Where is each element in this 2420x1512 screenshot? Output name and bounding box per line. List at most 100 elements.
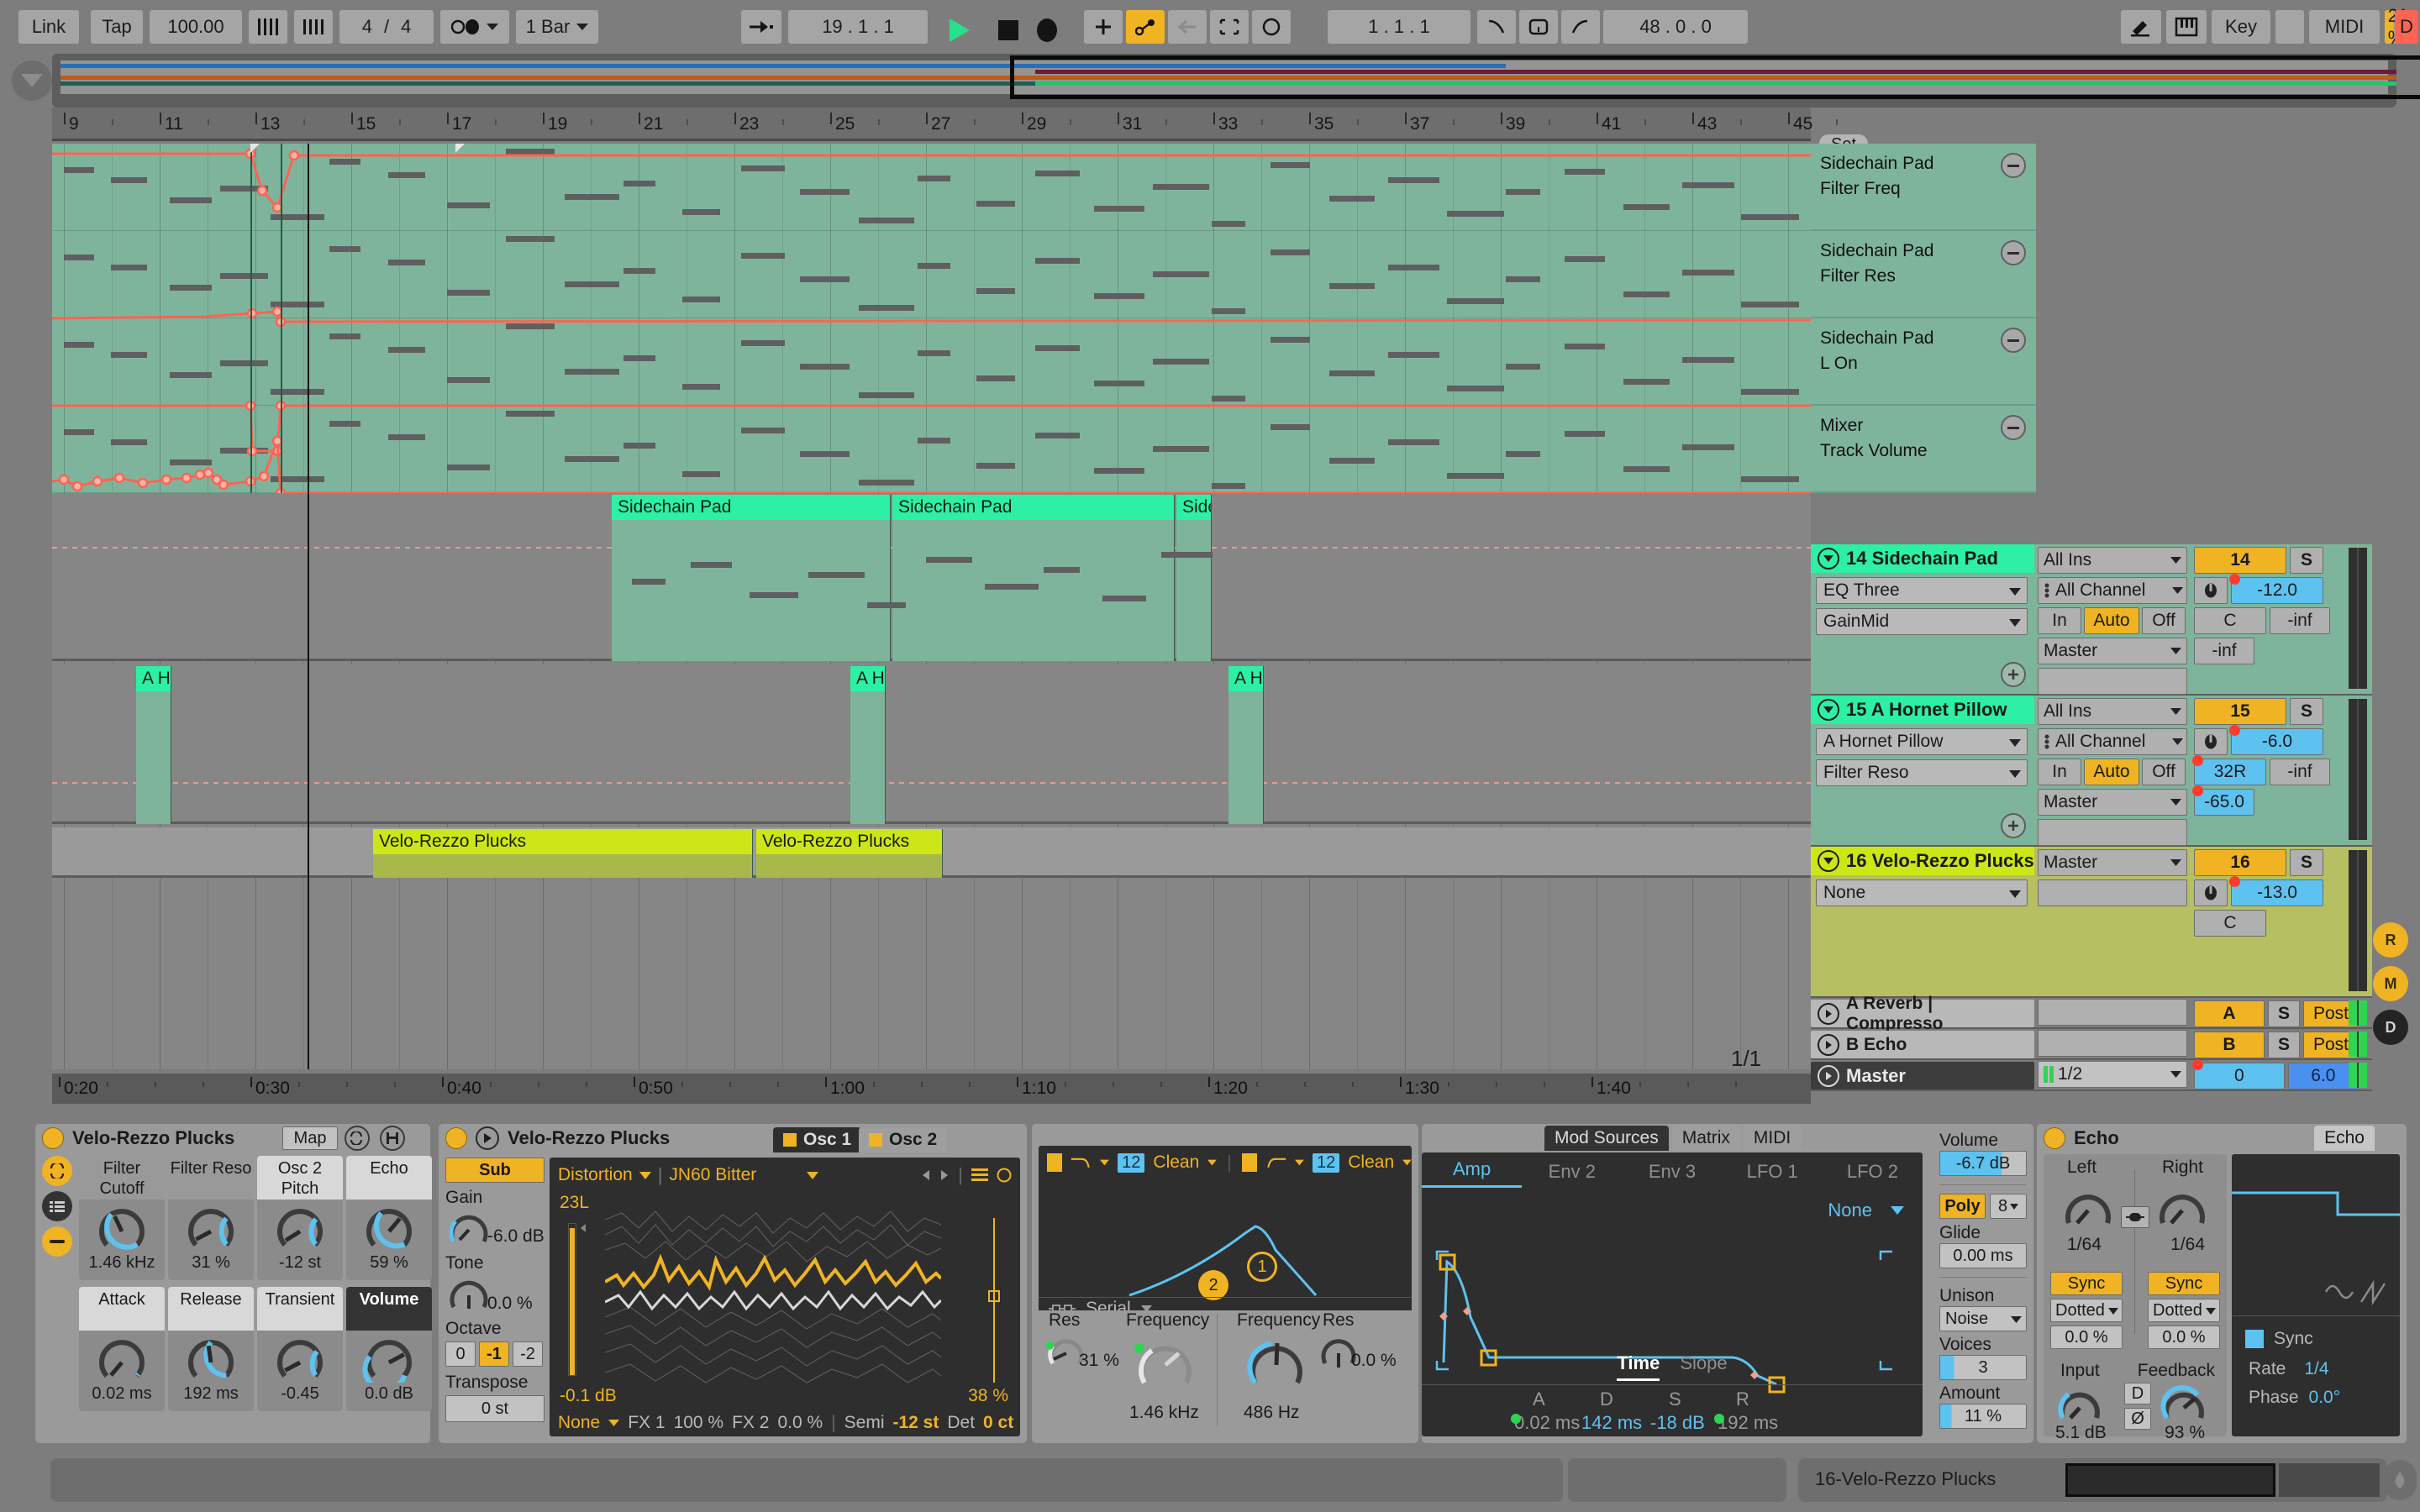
track-title[interactable]: 15 A Hornet Pillow [1811,696,2034,724]
arrangement-overview[interactable] [52,54,2396,108]
macro-knob[interactable] [271,1203,329,1252]
echo-left-value[interactable]: 1/64 [2067,1235,2102,1255]
track-title[interactable]: 14 Sidechain Pad [1811,544,2034,573]
fade-out-icon[interactable] [1561,10,1600,44]
quantize-toggle-button[interactable] [440,10,509,44]
track-fold-icon[interactable] [1818,548,1839,570]
adsr-a-value[interactable]: 0.02 ms [1514,1412,1580,1434]
echo-offset-right[interactable]: 0.0 % [2148,1326,2220,1349]
echo-mod-sync-toggle[interactable] [2245,1330,2264,1348]
automation-lane-label[interactable]: Sidechain Pad Filter Freq [1811,144,2036,231]
macro-value[interactable]: 0.0 dB [346,1384,432,1404]
poly-mode-button[interactable]: Poly [1939,1194,1986,1219]
envelope-tabs[interactable]: AmpEnv 2Env 3LFO 1LFO 2 [1422,1152,1923,1188]
mod-source-tabs[interactable]: Mod SourcesMatrixMIDI [1544,1126,1801,1151]
loop-length-field[interactable]: 48 . 0 . 0 [1603,10,1748,44]
gain-knob[interactable] [445,1208,492,1250]
key-map-button[interactable]: Key [2212,10,2270,44]
adsr-r-value[interactable]: 192 ms [1718,1412,1778,1434]
automation-lane-label[interactable]: Mixer Track Volume [1811,406,2036,493]
minus-icon[interactable] [2001,240,2026,265]
mixer-track[interactable]: 14 Sidechain Pad EQ Three GainMid All In… [1811,544,2372,696]
minus-icon[interactable] [2001,328,2026,353]
draw-mode-button[interactable]: D [2373,1010,2408,1045]
track-send-a[interactable]: -inf [2270,607,2330,634]
plus-icon[interactable] [1084,10,1123,44]
macro-value[interactable]: 0.02 ms [79,1384,165,1404]
back-to-arrangement-icon[interactable] [1168,10,1207,44]
arrangement-clip[interactable]: Velo-Rezzo Plucks [756,829,943,878]
track-send-b[interactable]: -inf [2194,638,2254,664]
track-device-chooser[interactable]: EQ Three [1816,577,2028,604]
echo-input-value[interactable]: 5.1 dB [2055,1423,2107,1443]
return-track[interactable]: A Reverb | Compresso A S Post [1811,998,2372,1029]
filter1-slope[interactable]: 12 [1118,1153,1144,1173]
start-marker[interactable] [250,144,260,153]
minus-icon[interactable] [2001,415,2026,440]
echo-mod-display[interactable]: Sync Rate 1/4 Phase 0.0° [2232,1154,2400,1436]
macro-knob[interactable] [93,1203,150,1252]
adsr-d-value[interactable]: 142 ms [1581,1412,1642,1434]
tab-osc-2[interactable]: Osc 2 [859,1127,947,1152]
echo-input-knob[interactable] [2054,1383,2106,1426]
tone-knob[interactable] [445,1273,492,1315]
echo-preset-tab[interactable]: Echo [2314,1126,2375,1151]
unison-amount-value[interactable]: 11 % [1939,1404,2027,1429]
macro-control[interactable]: Transient -0.45 [257,1287,343,1411]
monitor-auto-button[interactable]: Auto [2084,607,2139,634]
echo-sync-left[interactable]: Sync [2050,1272,2123,1295]
echo-right-value[interactable]: 1/64 [2170,1235,2205,1255]
return-badge[interactable]: A [2194,1000,2265,1027]
loop-icon[interactable] [1210,10,1249,44]
echo-feedback-knob[interactable] [2158,1383,2210,1426]
freq1-knob[interactable] [1133,1332,1198,1398]
punch-icon[interactable] [1252,10,1291,44]
mod-tab-midi[interactable]: MIDI [1744,1126,1801,1151]
device-filter[interactable]: 12 Clean | 12 Clean 1 2 [1032,1124,1418,1443]
link-channels-icon[interactable] [2121,1206,2149,1228]
variations-icon[interactable] [345,1126,370,1151]
det-value[interactable]: 0 ct [983,1413,1013,1433]
osc2-power-icon[interactable] [869,1133,882,1147]
macro-value[interactable]: 59 % [346,1253,432,1273]
midi-mapping-button[interactable]: M [2373,966,2408,1001]
pencil-icon[interactable] [2121,10,2161,44]
level-value[interactable]: -0.1 dB [560,1386,617,1406]
play-triangle-icon[interactable] [1818,1034,1839,1056]
fade-in-icon[interactable] [1477,10,1516,44]
device-overview-strip[interactable]: 16-Velo-Rezzo Plucks [1798,1458,2386,1502]
punch-in-icon[interactable] [741,10,781,44]
filter1-mode[interactable]: Clean [1153,1152,1199,1173]
save-icon[interactable] [380,1126,405,1151]
macro-control[interactable]: Volume 0.0 dB [346,1287,432,1411]
track-fold-icon[interactable] [1818,850,1839,872]
transpose-value[interactable]: 0 st [445,1395,544,1422]
macro-control[interactable]: Filter Cutoff 1.46 kHz [79,1156,165,1280]
chain-list-icon[interactable] [42,1191,72,1221]
track-volume-field[interactable]: -13.0 [2231,879,2323,906]
arrangement-clip[interactable]: Velo-Rezzo Plucks [373,829,753,878]
return-badge[interactable]: B [2194,1032,2265,1058]
track-arm-button[interactable]: 15 [2194,698,2286,725]
track-device-chooser[interactable]: None [1816,879,2028,906]
master-track[interactable]: Master 1/2 0 6.0 [1811,1060,2372,1091]
arrangement-clip[interactable]: A Hor [850,666,886,824]
level-handle-icon[interactable] [580,1223,587,1233]
track-activator-icon[interactable] [2194,577,2228,604]
track-input-type[interactable]: All Ins [2038,698,2187,725]
return-solo-button[interactable]: S [2268,1000,2300,1027]
record-quantization-button[interactable]: R [2373,922,2408,958]
macro-value[interactable]: 31 % [168,1253,254,1273]
track-input-type[interactable]: Master [2038,849,2187,876]
track-input-channel-empty[interactable] [2038,879,2187,906]
loop-start-field[interactable]: 1 . 1 . 1 [1328,10,1470,44]
automation-arm-icon[interactable] [1126,10,1165,44]
track-solo-button[interactable]: S [2290,547,2323,574]
macro-value[interactable]: -12 st [257,1253,343,1273]
return-output-field[interactable] [2038,1030,2187,1057]
follow-icon[interactable] [294,10,333,44]
macro-control[interactable]: Filter Reso 31 % [168,1156,254,1280]
clip-overview-thumb[interactable] [1568,1458,1786,1502]
macro-control[interactable]: Release 192 ms [168,1287,254,1411]
echo-feedback-value[interactable]: 93 % [2165,1423,2205,1443]
